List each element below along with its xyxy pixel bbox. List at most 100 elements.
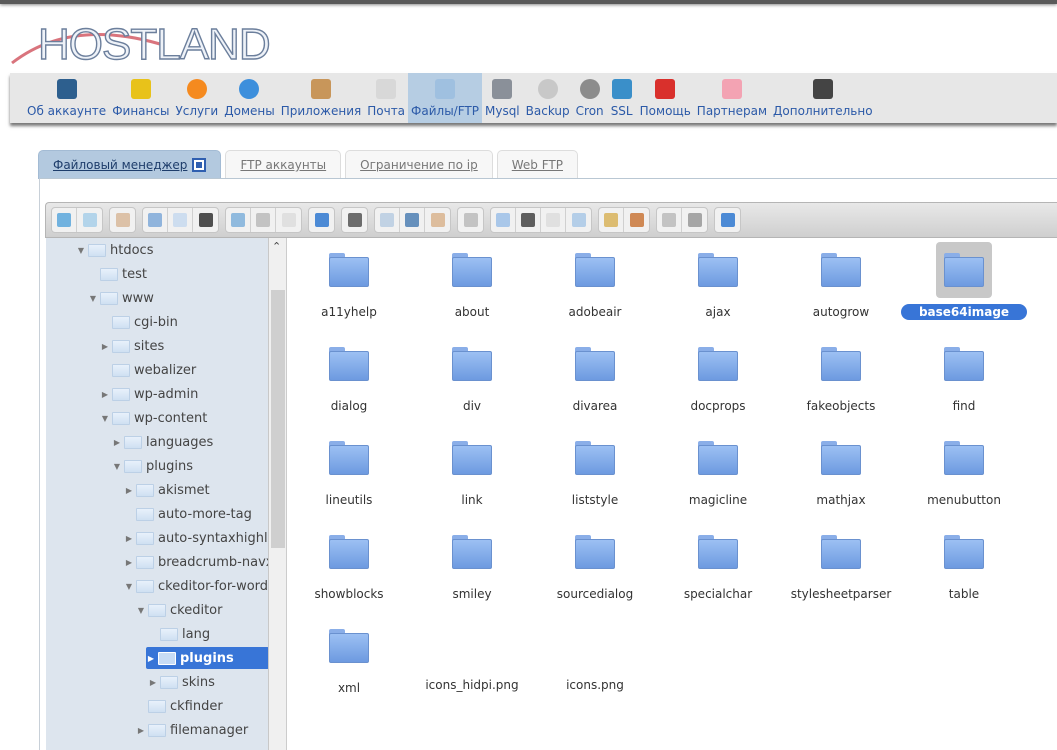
select-button[interactable] [276,208,301,232]
nav-item-tablet[interactable]: Дополнительно [770,73,876,123]
tree-node[interactable]: ▶ auto-syntaxhighli [124,527,268,549]
tree-node[interactable]: ▶ plugins [146,647,268,669]
nav-item-globe[interactable]: Домены [221,73,277,123]
expand-arrow-icon[interactable]: ▼ [76,246,86,255]
folder-item[interactable]: liststyle [535,427,655,517]
folder-item[interactable]: autogrow [781,239,901,329]
tree-node[interactable]: ▶ skins [148,671,215,693]
tree-node[interactable]: ▶ filemanager [136,719,248,741]
back-button[interactable] [52,208,77,232]
tree-node[interactable]: ▼ ckeditor [136,599,223,621]
file-item[interactable]: icons_hidpi.png [412,615,532,705]
folder-item[interactable]: table [904,521,1024,611]
duplicate-button[interactable] [458,208,483,232]
folder-item[interactable]: showblocks [289,521,409,611]
nav-item-folder[interactable]: Файлы/FTP [408,73,482,123]
tree-node[interactable]: ▼ www [88,287,154,309]
folder-item[interactable]: base64image [900,239,1028,329]
expand-arrow-icon[interactable]: ▼ [88,294,98,303]
nav-item-coins[interactable]: Финансы [109,73,172,123]
expand-arrow-icon[interactable]: ▼ [124,582,134,591]
folder-item[interactable]: fakeobjects [781,333,901,423]
nav-item-clock[interactable]: Cron [573,73,607,123]
upload-button[interactable] [193,208,218,232]
tab-0[interactable]: Файловый менеджер [38,150,222,179]
help-button[interactable] [715,208,740,232]
archive-button[interactable] [624,208,649,232]
expand-arrow-icon[interactable]: ▶ [124,534,134,543]
tree-node[interactable]: webalizer [100,359,196,381]
folder-item[interactable]: dialog [289,333,409,423]
external-link-icon[interactable] [192,158,207,172]
expand-arrow-icon[interactable]: ▶ [136,726,146,735]
preview-button[interactable] [342,208,367,232]
tab-1[interactable]: FTP аккаунты [225,150,342,179]
new-file-button[interactable] [168,208,193,232]
folder-item[interactable]: find [904,333,1024,423]
folder-item[interactable]: about [412,239,532,329]
extract-button[interactable] [599,208,624,232]
forward-button[interactable] [77,208,102,232]
hostland-logo[interactable]: HOSTLAND [10,18,271,70]
folder-item[interactable]: docprops [658,333,778,423]
nav-item-account-card[interactable]: Об аккаунте [24,73,109,123]
resize-button[interactable] [566,208,591,232]
tree-node[interactable]: auto-more-tag [124,503,252,525]
nav-item-mail[interactable]: Почта [364,73,408,123]
folder-item[interactable]: xml [289,615,409,705]
folder-item[interactable]: mathjax [781,427,901,517]
expand-arrow-icon[interactable]: ▶ [112,438,122,447]
folder-item[interactable]: a11yhelp [289,239,409,329]
expand-arrow-icon[interactable]: ▼ [112,462,122,471]
tree-node[interactable]: ▶ sites [100,335,164,357]
folder-item[interactable]: sourcedialog [535,521,655,611]
info-button[interactable] [309,208,334,232]
save-button[interactable] [251,208,276,232]
tab-2[interactable]: Ограничение по ip [345,150,493,179]
cut-button[interactable] [400,208,425,232]
tree-node[interactable]: ▶ akismet [124,479,210,501]
scroll-up-icon[interactable]: ⌃ [272,240,281,253]
expand-arrow-icon[interactable]: ▼ [136,606,146,615]
nav-item-piggy-bank[interactable]: Партнерам [694,73,770,123]
sort-button[interactable] [682,208,707,232]
scrollbar-thumb[interactable] [271,290,285,548]
tree-node[interactable]: ▼ wp-content [100,407,207,429]
tree-node[interactable]: ▶ wp-admin [100,383,198,405]
nav-item-box[interactable]: Приложения [278,73,365,123]
select-all-button[interactable] [516,208,541,232]
expand-arrow-icon[interactable]: ▶ [124,486,134,495]
nav-item-disc[interactable]: Backup [523,73,573,123]
tree-node[interactable]: lang [148,623,210,645]
open-button[interactable] [226,208,251,232]
tab-3[interactable]: Web FTP [496,150,578,179]
nav-item-orange-plus[interactable]: Услуги [172,73,221,123]
rename-copy-button[interactable] [491,208,516,232]
tree-node[interactable]: ▼ plugins [112,455,193,477]
expand-arrow-icon[interactable]: ▶ [146,654,156,663]
tree-scrollbar[interactable]: ⌃ [269,238,287,750]
expand-arrow-icon[interactable]: ▶ [100,390,110,399]
expand-arrow-icon[interactable]: ▶ [124,558,134,567]
expand-arrow-icon[interactable]: ▶ [148,678,158,687]
folder-item[interactable]: lineutils [289,427,409,517]
home-button[interactable] [110,208,135,232]
nav-item-lifebuoy[interactable]: Помощь [637,73,694,123]
tree-node[interactable]: cgi-bin [100,311,178,333]
tree-node[interactable]: ▶ breadcrumb-navx [124,551,268,573]
paste-button[interactable] [425,208,450,232]
nav-item-lock[interactable]: SSL [607,73,637,123]
folder-item[interactable]: magicline [658,427,778,517]
view-icons-button[interactable] [657,208,682,232]
tree-node[interactable]: ▼ ckeditor-for-word [124,575,268,597]
folder-item[interactable]: adobeair [535,239,655,329]
folder-item[interactable]: link [412,427,532,517]
new-folder-button[interactable] [143,208,168,232]
folder-item[interactable]: divarea [535,333,655,423]
copy-button[interactable] [375,208,400,232]
edit-button[interactable] [541,208,566,232]
folder-item[interactable]: smiley [412,521,532,611]
tree-node[interactable]: ▼ htdocs [76,239,154,261]
tree-node[interactable]: test [88,263,147,285]
folder-item[interactable]: specialchar [658,521,778,611]
